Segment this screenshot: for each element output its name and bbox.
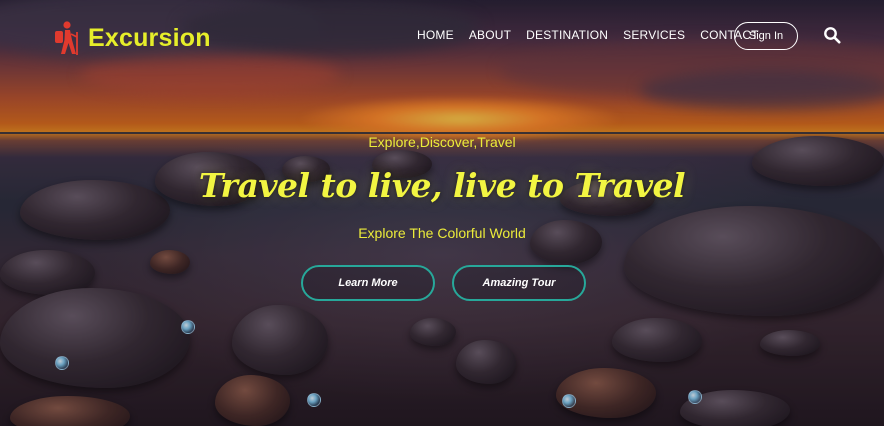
sign-in-button[interactable]: Sign In <box>734 22 798 50</box>
amazing-tour-button[interactable]: Amazing Tour <box>452 265 586 301</box>
nav-item-home[interactable]: HOME <box>417 28 454 42</box>
learn-more-button[interactable]: Learn More <box>301 265 435 301</box>
brand-logo[interactable]: Excursion <box>50 20 211 56</box>
search-icon[interactable] <box>823 26 841 44</box>
nav-item-about[interactable]: ABOUT <box>469 28 511 42</box>
hero-tagline: Explore,Discover,Travel <box>368 134 516 150</box>
nav-item-services[interactable]: SERVICES <box>623 28 685 42</box>
hero-subline: Explore The Colorful World <box>358 225 526 241</box>
nav-item-destination[interactable]: DESTINATION <box>526 28 608 42</box>
hero-section: Excursion HOME ABOUT DESTINATION SERVICE… <box>0 0 884 426</box>
brand-name: Excursion <box>88 23 211 52</box>
hiker-icon <box>55 21 78 55</box>
overlay <box>0 0 884 426</box>
hero-headline: Travel to live, live to Travel <box>198 166 686 205</box>
main-nav: HOME ABOUT DESTINATION SERVICES CONTACT <box>417 28 759 42</box>
